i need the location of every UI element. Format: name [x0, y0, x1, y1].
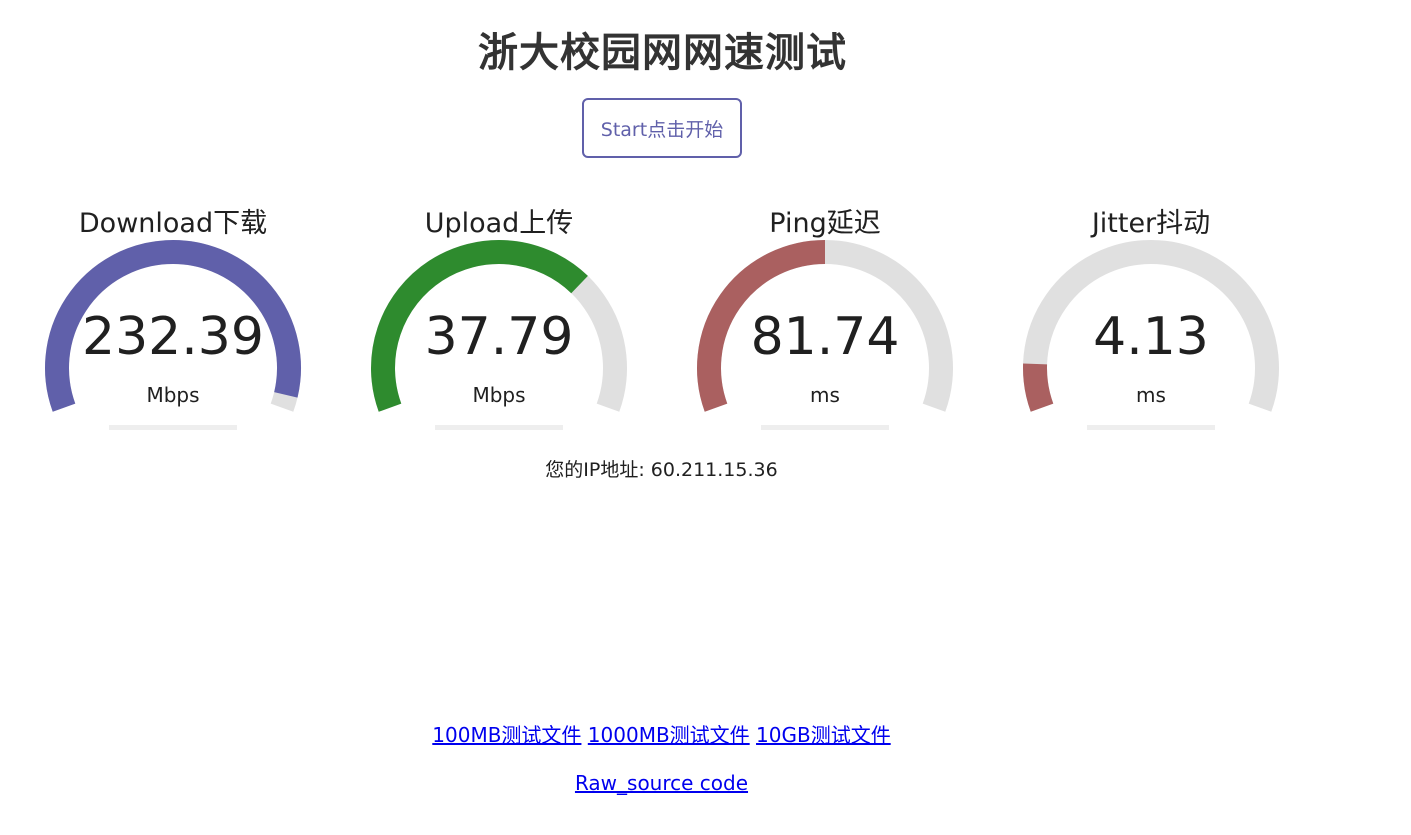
page-title: 浙大校园网网速测试: [478, 30, 847, 76]
gauge-unit: Mbps: [146, 383, 200, 407]
gauge-progress-bar: [435, 425, 563, 430]
ping-gauge: Ping延迟 81.74 ms: [675, 195, 975, 440]
gauge-progress-bar: [1087, 425, 1215, 430]
gauge-label: Upload上传: [424, 208, 574, 239]
gauge-label: Download下载: [78, 208, 268, 239]
gauge-label: Ping延迟: [769, 208, 881, 239]
link-100mb-test-file[interactable]: 100MB测试文件: [432, 723, 581, 747]
link-10gb-test-file[interactable]: 10GB测试文件: [756, 723, 891, 747]
speedtest-page: 浙大校园网网速测试 Start点击开始 Download下载 232.39 Mb…: [0, 0, 1411, 835]
gauge-label: Jitter抖动: [1091, 208, 1211, 239]
gauge-unit: ms: [810, 383, 840, 407]
gauge-progress-bar: [109, 425, 237, 430]
gauge-value: 37.79: [424, 307, 574, 367]
source-link-wrap: Raw_source code: [0, 771, 1323, 795]
gauge-unit: ms: [1136, 383, 1166, 407]
gauge-value: 81.74: [750, 307, 900, 367]
upload-gauge: Upload上传 37.79 Mbps: [349, 195, 649, 440]
start-button[interactable]: Start点击开始: [582, 98, 742, 158]
link-1000mb-test-file[interactable]: 1000MB测试文件: [588, 723, 750, 747]
ip-address-info: 您的IP地址: 60.211.15.36: [545, 459, 778, 481]
gauge-value: 4.13: [1093, 307, 1209, 367]
test-file-links: 100MB测试文件 1000MB测试文件 10GB测试文件: [0, 719, 1323, 748]
gauge-value: 232.39: [82, 307, 264, 367]
download-gauge: Download下载 232.39 Mbps: [23, 195, 323, 440]
gauge-progress-bar: [761, 425, 889, 430]
jitter-gauge: Jitter抖动 4.13 ms: [1001, 195, 1301, 440]
link-raw-source-code[interactable]: Raw_source code: [575, 771, 748, 795]
gauge-unit: Mbps: [472, 383, 526, 407]
